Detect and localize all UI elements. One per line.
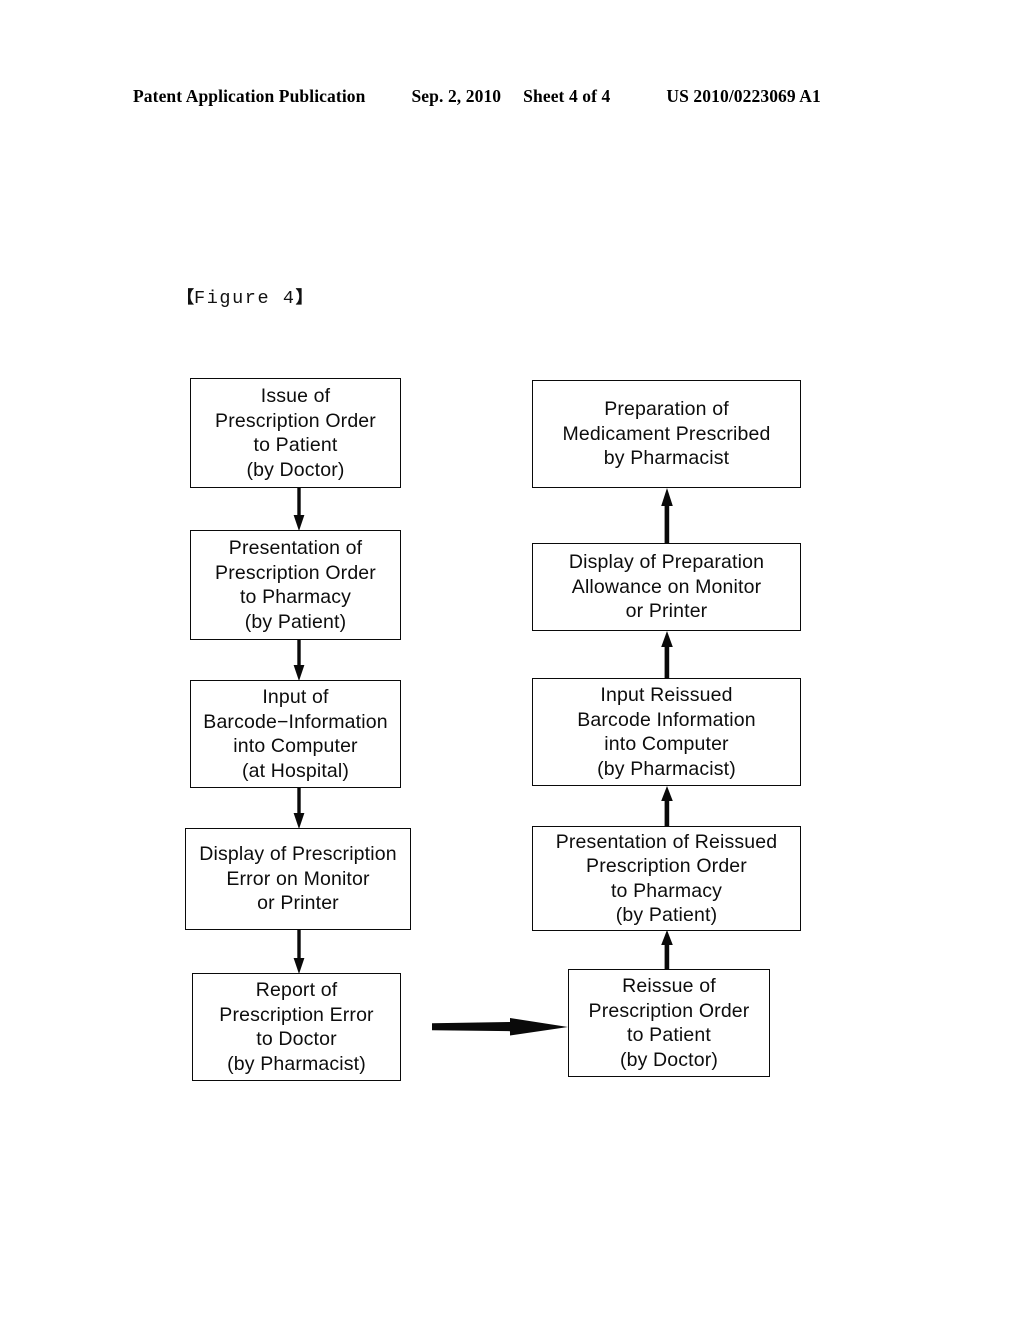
flow-node-display-prescription-error: Display of Prescription Error on Monitor…	[185, 828, 411, 930]
node-line: Medicament Prescribed	[562, 422, 771, 445]
flow-arrow-down-1	[288, 487, 310, 531]
flowchart-figure-4: Issue of Prescription Order to Patient (…	[0, 0, 1024, 1320]
node-line: Allowance on Monitor	[571, 575, 762, 598]
node-line: Presentation of	[228, 537, 363, 559]
node-line: Display of Prescription	[199, 843, 397, 866]
node-line: Error on Monitor	[226, 867, 370, 890]
node-line: Preparation of	[604, 398, 729, 421]
node-line: Prescription Order	[215, 561, 376, 584]
node-line: Prescription Order	[588, 999, 750, 1022]
node-line: Report of	[255, 979, 338, 1001]
node-line: (by Patient)	[615, 904, 718, 926]
flow-node-report-prescription-error: Report of Prescription Error to Doctor (…	[192, 973, 401, 1081]
node-line: to Patient	[627, 1024, 711, 1046]
flow-node-display-preparation-allowance: Display of Preparation Allowance on Moni…	[532, 543, 801, 631]
flow-arrow-up-4	[656, 930, 678, 970]
node-line: (by Doctor)	[619, 1048, 719, 1071]
node-line: into Computer	[604, 733, 729, 755]
node-line: Display of Preparation	[568, 551, 765, 574]
node-line: Issue of	[260, 385, 331, 407]
node-line: Reissue of	[622, 975, 716, 997]
flow-node-input-barcode-information: Input of Barcode−Information into Comput…	[190, 680, 401, 788]
node-line: (by Pharmacist)	[227, 1052, 366, 1075]
flow-arrow-down-2	[288, 639, 310, 681]
flow-arrow-right-cross	[432, 1016, 568, 1038]
flow-arrow-up-3	[656, 786, 678, 827]
node-line: (by Pharmacist)	[597, 757, 736, 780]
node-line: Presentation of Reissued	[555, 830, 778, 853]
node-line: Barcode Information	[577, 708, 756, 731]
node-line: by Pharmacist	[603, 447, 730, 470]
flow-arrow-up-1	[656, 488, 678, 544]
node-line: to Pharmacy	[239, 586, 352, 608]
node-line: Input Reissued	[600, 684, 733, 706]
node-line: to Doctor	[256, 1028, 337, 1050]
flow-node-reissue-prescription-order: Reissue of Prescription Order to Patient…	[568, 969, 770, 1077]
node-line: or Printer	[257, 892, 339, 915]
node-line: or Printer	[625, 600, 708, 623]
flow-node-preparation-medicament: Preparation of Medicament Prescribed by …	[532, 380, 801, 488]
node-line: (by Doctor)	[246, 458, 345, 481]
node-line: Input of	[262, 686, 329, 708]
flow-arrow-down-4	[288, 929, 310, 974]
node-line: Prescription Error	[219, 1003, 374, 1026]
node-line: (at Hospital)	[241, 759, 350, 782]
node-line: (by Patient)	[244, 610, 347, 633]
node-line: Barcode−Information	[203, 710, 388, 733]
flow-node-issue-prescription-order: Issue of Prescription Order to Patient (…	[190, 378, 401, 488]
flow-node-input-reissued-barcode: Input Reissued Barcode Information into …	[532, 678, 801, 786]
node-line: to Pharmacy	[610, 879, 723, 902]
node-line: into Computer	[233, 735, 358, 757]
flow-arrow-up-2	[656, 631, 678, 679]
flow-arrow-down-3	[288, 787, 310, 829]
node-line: Prescription Order	[586, 855, 747, 877]
node-line: to Patient	[253, 434, 338, 456]
flow-node-presentation-reissued-order: Presentation of Reissued Prescription Or…	[532, 826, 801, 931]
flow-node-presentation-prescription-order: Presentation of Prescription Order to Ph…	[190, 530, 401, 640]
node-line: Prescription Order	[215, 409, 376, 432]
